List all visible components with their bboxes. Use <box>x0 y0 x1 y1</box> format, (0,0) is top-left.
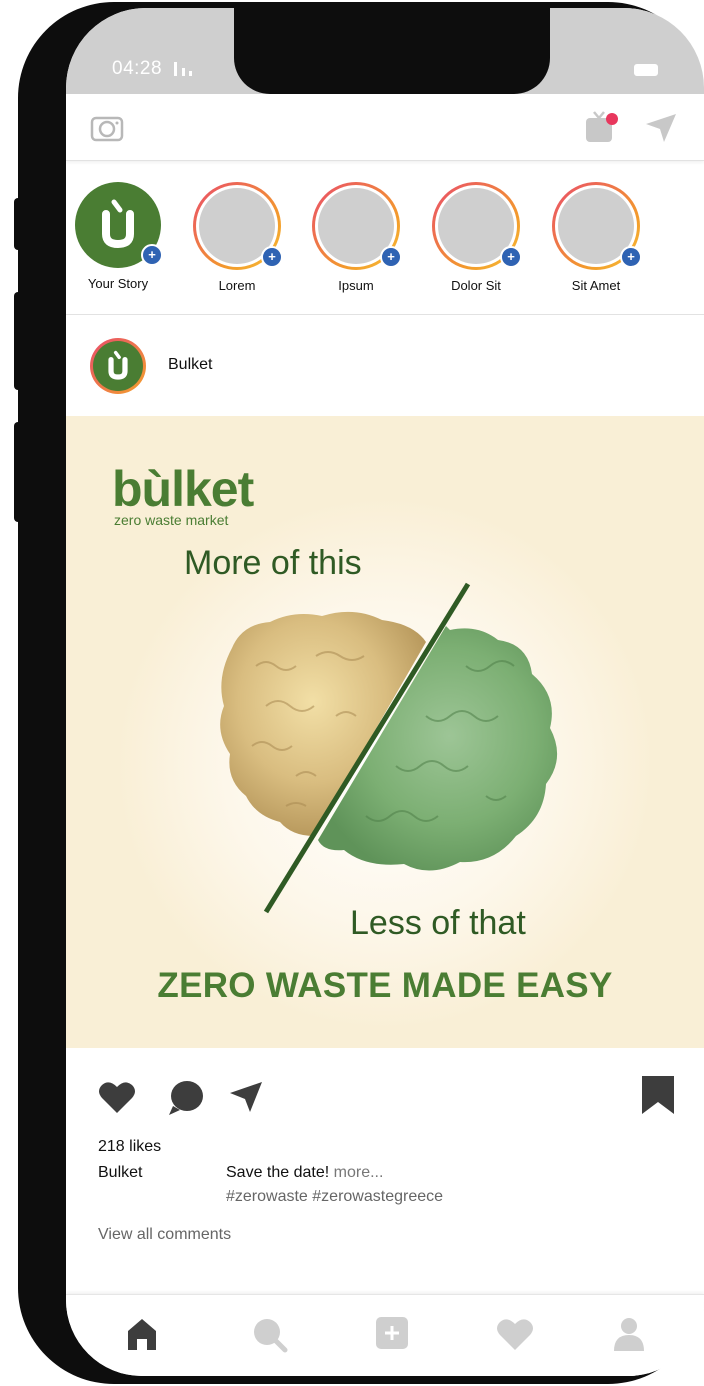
home-icon[interactable] <box>126 1317 158 1351</box>
story-label: Your Story <box>87 276 149 291</box>
igtv-icon[interactable] <box>584 110 620 146</box>
like-heart-icon[interactable] <box>98 1080 136 1114</box>
story-your-story[interactable]: + Your Story <box>66 182 173 291</box>
caption-more-link[interactable]: more... <box>334 1164 384 1181</box>
story-sit-amet[interactable]: + Sit Amet <box>541 182 651 293</box>
activity-heart-icon[interactable] <box>496 1317 534 1351</box>
add-story-plus-icon[interactable]: + <box>141 244 163 266</box>
post-author-avatar[interactable] <box>90 338 146 394</box>
comment-icon[interactable] <box>168 1080 204 1116</box>
story-avatar-ring: + <box>432 182 522 270</box>
story-avatar-ring: + <box>312 182 402 270</box>
stories-row: + Your Story + Lorem + Ipsum + Dolor Sit… <box>66 168 704 315</box>
bottom-nav-bar <box>66 1294 704 1376</box>
camera-icon[interactable] <box>90 112 124 142</box>
add-post-icon[interactable] <box>376 1317 408 1349</box>
caption-username[interactable]: Bulket <box>98 1164 142 1182</box>
phone-notch <box>234 8 550 94</box>
profile-icon[interactable] <box>614 1317 644 1351</box>
post-caption: Save the date! more... <box>226 1164 383 1182</box>
story-lorem[interactable]: + Lorem <box>182 182 292 293</box>
story-plus-icon: + <box>380 246 402 268</box>
post-username[interactable]: Bulket <box>168 356 212 374</box>
phone-screen: 04:28 + Your Story + Lorem + Ipsum + Dol… <box>66 8 704 1376</box>
post-actions <box>66 1048 704 1136</box>
story-ipsum[interactable]: + Ipsum <box>301 182 411 293</box>
sponge-comparison-graphic <box>220 582 558 914</box>
story-label: Ipsum <box>338 278 374 293</box>
story-plus-icon: + <box>261 246 283 268</box>
status-time: 04:28 <box>112 58 163 79</box>
bulket-logo-icon <box>108 350 128 380</box>
story-avatar-ring: + <box>193 182 283 270</box>
likes-count[interactable]: 218 likes <box>98 1138 161 1156</box>
signal-icon <box>174 62 192 76</box>
story-dolor-sit[interactable]: + Dolor Sit <box>421 182 531 293</box>
story-plus-icon: + <box>620 246 642 268</box>
direct-message-icon[interactable] <box>644 112 678 144</box>
bookmark-icon[interactable] <box>642 1076 674 1114</box>
battery-icon <box>634 64 658 76</box>
share-icon[interactable] <box>228 1080 264 1114</box>
story-plus-icon: + <box>500 246 522 268</box>
less-of-that-text: Less of that <box>350 904 526 942</box>
post-header: Bulket <box>66 318 704 416</box>
story-label: Sit Amet <box>571 278 621 293</box>
story-avatar: + <box>75 182 163 268</box>
top-bar <box>66 94 704 161</box>
post-hashtags[interactable]: #zerowaste #zerowastegreece <box>226 1188 443 1206</box>
post-tagline: ZERO WASTE MADE EASY <box>157 966 613 1005</box>
phone-frame: 04:28 + Your Story + Lorem + Ipsum + Dol… <box>18 2 704 1384</box>
story-avatar-ring: + <box>552 182 642 270</box>
caption-text: Save the date! <box>226 1164 330 1181</box>
view-all-comments-link[interactable]: View all comments <box>98 1226 231 1244</box>
post-image[interactable]: bùlket zero waste market More of this Le… <box>66 416 704 1048</box>
story-label: Lorem <box>218 278 256 293</box>
story-label: Dolor Sit <box>451 278 501 293</box>
search-icon[interactable] <box>252 1317 288 1353</box>
